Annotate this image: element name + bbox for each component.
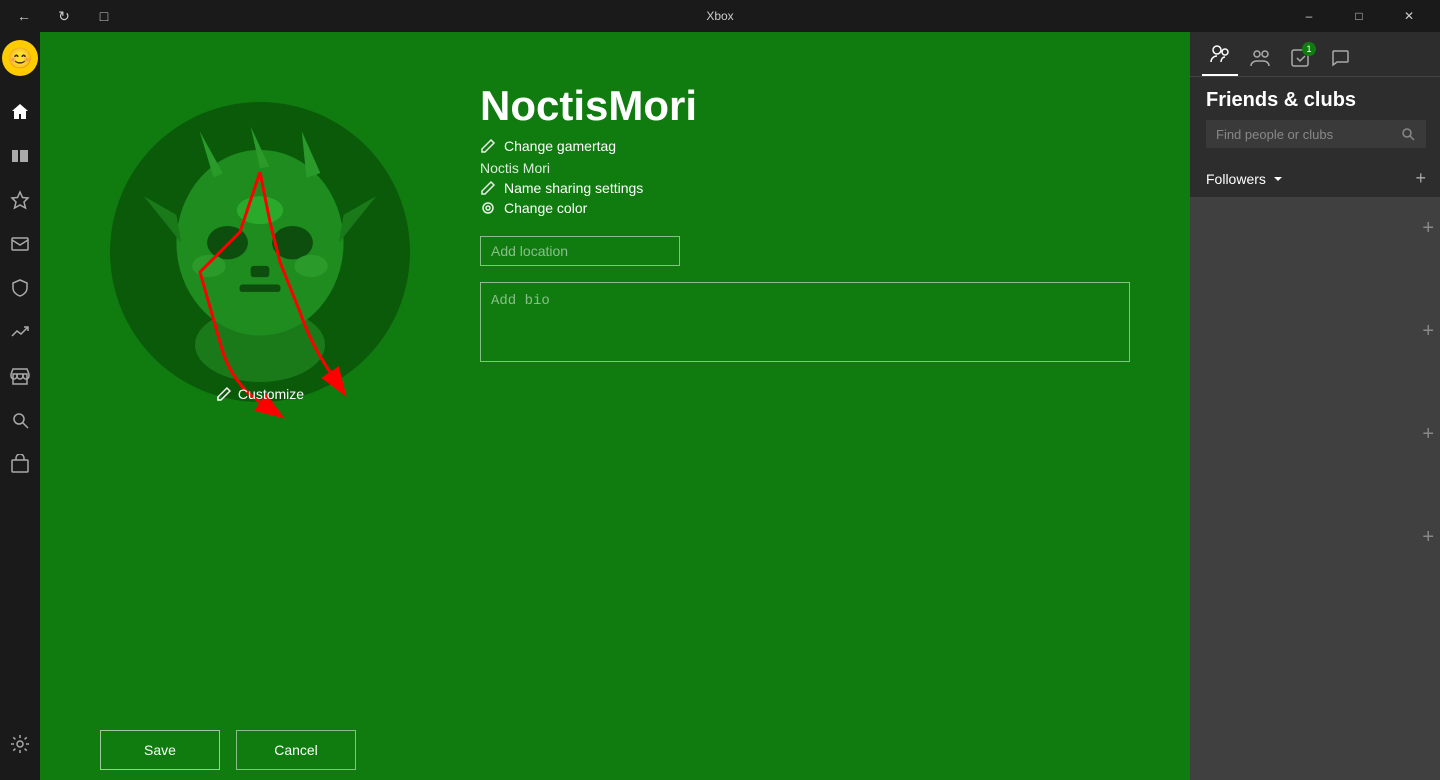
sidebar-item-store[interactable] [0,356,40,396]
bottom-bar: Save Cancel [40,720,1190,780]
app-title: Xbox [706,9,733,23]
change-gamertag-label: Change gamertag [504,138,616,154]
sidebar-item-social[interactable] [0,444,40,484]
search-bar [1206,120,1426,148]
sidebar-item-messages[interactable] [0,224,40,264]
add-button-2[interactable]: + [1422,320,1434,343]
add-button-4[interactable]: + [1422,526,1434,549]
achievements-tab[interactable]: 1 [1282,40,1318,76]
change-gamertag-link[interactable]: Change gamertag [480,138,1130,154]
name-sharing-label: Name sharing settings [504,180,643,196]
real-name-display: Noctis Mori [480,160,1130,176]
customize-label: Customize [238,386,304,402]
notification-badge: 1 [1302,42,1316,56]
main-content: Customize NoctisMori Change gamertag Noc… [40,32,1190,780]
sidebar-item-trending[interactable] [0,312,40,352]
sidebar-item-home[interactable] [0,92,40,132]
add-button-3[interactable]: + [1422,423,1434,446]
sidebar-avatar[interactable]: 😊 [2,40,38,76]
followers-content: + + + + [1190,197,1440,780]
minimize-button[interactable]: – [1286,0,1332,32]
titlebar: ← ↻ □ Xbox – □ ✕ [0,0,1440,32]
party-tab[interactable] [1242,40,1278,76]
avatar-area: Customize [100,72,420,432]
cancel-button[interactable]: Cancel [236,730,356,770]
bio-input[interactable] [480,282,1130,362]
chat-tab[interactable] [1322,40,1358,76]
restore-button[interactable]: □ [1336,0,1382,32]
refresh-button[interactable]: ↻ [48,0,80,32]
location-input[interactable] [480,236,680,266]
save-button[interactable]: Save [100,730,220,770]
name-sharing-link[interactable]: Name sharing settings [480,180,1130,196]
sidebar-item-shield[interactable] [0,268,40,308]
friends-tab[interactable] [1202,40,1238,76]
followers-label: Followers [1206,171,1266,187]
friends-clubs-title: Friends & clubs [1190,77,1440,120]
back-button[interactable]: ← [8,0,40,32]
sidebar-item-settings[interactable] [0,724,40,764]
search-icon [1400,126,1416,142]
app-body: 😊 [0,32,1440,780]
change-color-link[interactable]: Change color [480,200,1130,216]
right-panel: 1 Friends & clubs Followers [1190,32,1440,780]
sidebar-item-achievements[interactable] [0,180,40,220]
customize-button[interactable]: Customize [216,386,304,402]
panel-tabs: 1 [1190,32,1440,77]
add-button-1[interactable]: + [1422,217,1434,240]
profile-info: NoctisMori Change gamertag Noctis Mori N… [480,72,1130,367]
followers-row[interactable]: Followers + [1190,160,1440,197]
close-button[interactable]: ✕ [1386,0,1432,32]
search-input[interactable] [1216,127,1392,142]
followers-add-icon[interactable]: + [1415,168,1426,189]
change-color-label: Change color [504,200,587,216]
sidebar-item-search[interactable] [0,400,40,440]
sidebar: 😊 [0,32,40,780]
chevron-down-icon [1272,173,1284,185]
avatar-circle [110,102,410,402]
capture-button[interactable]: □ [88,0,120,32]
gamertag-display: NoctisMori [480,82,1130,130]
sidebar-item-library[interactable] [0,136,40,176]
